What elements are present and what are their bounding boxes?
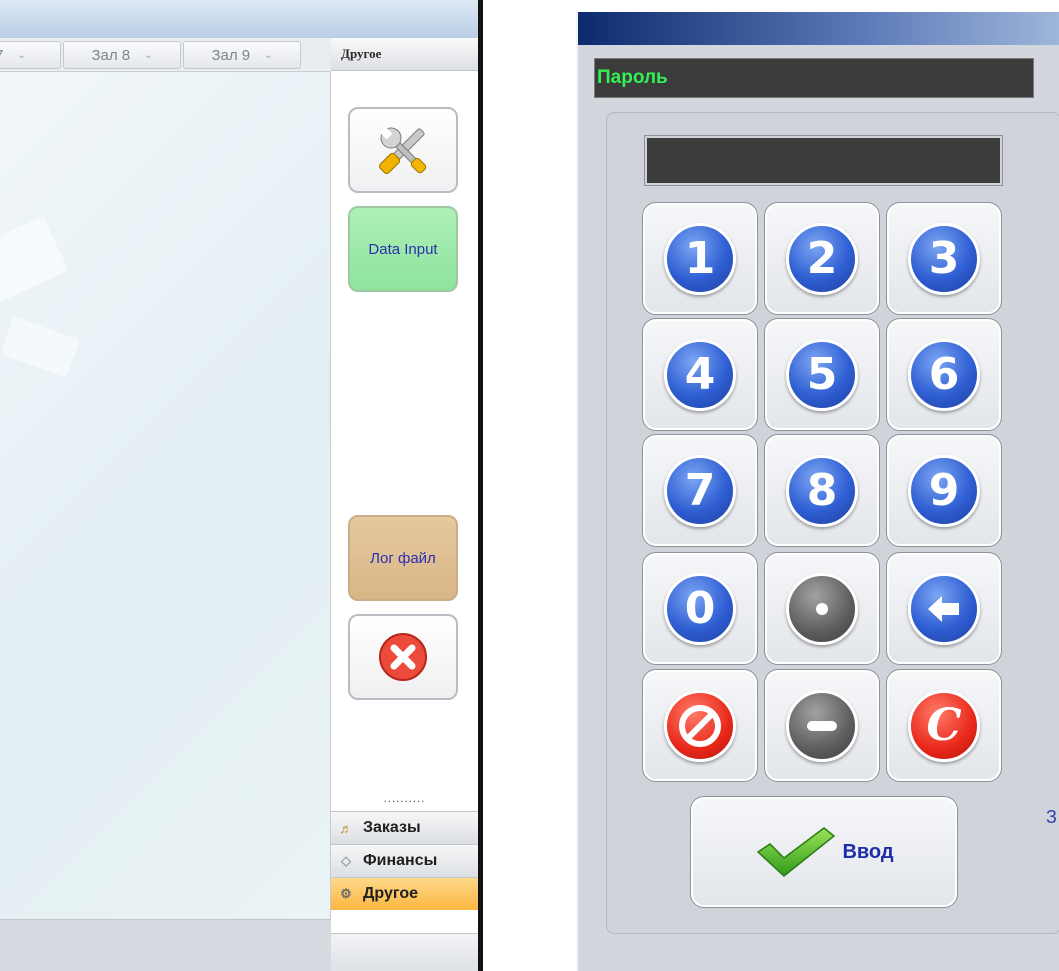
main-window-titlebar (0, 0, 478, 38)
background-decoration (0, 316, 80, 378)
enter-button[interactable]: Ввод (690, 796, 958, 908)
panel-splitter-grip[interactable]: .......... (331, 794, 478, 810)
chevron-down-icon: ⌄ (17, 49, 26, 61)
password-input[interactable] (644, 135, 1003, 186)
key-backspace[interactable] (886, 552, 1002, 665)
clipped-text: З (1046, 807, 1057, 827)
screenshot-root: 7 ⌄ Зал 8 ⌄ Зал 9 ⌄ Другое (0, 0, 1059, 971)
hall-canvas[interactable] (0, 72, 331, 919)
key-0-label: 0 (664, 572, 736, 645)
log-file-button[interactable]: Лог файл (348, 515, 458, 601)
key-minus[interactable] (764, 669, 880, 782)
side-panel: Другое Data Input Лог файл .......... ♬ … (331, 38, 478, 971)
checkmark-icon (757, 827, 836, 877)
tab-label: 7 (0, 47, 3, 64)
key-0[interactable]: 0 (642, 552, 758, 665)
key-decimal[interactable] (764, 552, 880, 665)
key-5[interactable]: 5 (764, 318, 880, 431)
key-3[interactable]: 3 (886, 202, 1002, 315)
password-title-label: Пароль (594, 58, 1034, 98)
window-border (478, 0, 483, 971)
panel-title: Другое (331, 38, 478, 71)
backspace-arrow-icon (908, 572, 980, 645)
key-4-label: 4 (664, 338, 736, 411)
clear-icon: C (908, 689, 980, 762)
key-clear[interactable]: C (886, 669, 1002, 782)
dialog-titlebar (578, 12, 1059, 45)
background-decoration (0, 215, 69, 309)
key-9-label: 9 (908, 454, 980, 527)
nav-item-label: Другое (363, 885, 418, 902)
tools-icon (378, 126, 427, 175)
close-icon (379, 633, 427, 681)
nav-item-label: Заказы (363, 819, 421, 836)
tab-label: Зал 9 (211, 46, 251, 64)
cancel-icon (664, 689, 736, 762)
tab-hall-7[interactable]: 7 ⌄ (0, 41, 61, 69)
close-button[interactable] (348, 614, 458, 700)
nav-item-label: Финансы (363, 852, 438, 869)
tab-hall-8[interactable]: Зал 8 ⌄ (63, 41, 181, 69)
key-6-label: 6 (908, 338, 980, 411)
minus-icon (786, 689, 858, 762)
key-2[interactable]: 2 (764, 202, 880, 315)
tab-label: Зал 8 (91, 46, 131, 64)
log-file-label: Лог файл (370, 549, 436, 567)
nav-item-other[interactable]: ⚙ Другое (331, 877, 478, 910)
key-3-label: 3 (908, 222, 980, 295)
gear-icon: ⚙ (340, 886, 352, 901)
key-2-label: 2 (786, 222, 858, 295)
key-cancel[interactable] (642, 669, 758, 782)
key-8[interactable]: 8 (764, 434, 880, 547)
key-7-label: 7 (664, 454, 736, 527)
person-icon: ♬ (339, 820, 353, 836)
chevron-down-icon: ⌄ (144, 49, 153, 61)
key-6[interactable]: 6 (886, 318, 1002, 431)
chevron-down-icon: ⌄ (264, 49, 273, 61)
nav-footer (331, 933, 478, 971)
key-5-label: 5 (786, 338, 858, 411)
key-4[interactable]: 4 (642, 318, 758, 431)
status-strip (0, 919, 331, 971)
data-input-label: Data Input (368, 240, 438, 258)
decimal-point-icon (786, 572, 858, 645)
nav-item-finances[interactable]: ◇ Финансы (331, 844, 478, 877)
main-window: 7 ⌄ Зал 8 ⌄ Зал 9 ⌄ Другое (0, 0, 478, 971)
key-7[interactable]: 7 (642, 434, 758, 547)
password-dialog: Пароль 1 2 3 4 5 6 7 8 9 0 C Ввод З (576, 12, 1059, 971)
key-9[interactable]: 9 (886, 434, 1002, 547)
data-input-button[interactable]: Data Input (348, 206, 458, 292)
settings-button[interactable] (348, 107, 458, 193)
coins-icon: ◇ (341, 853, 351, 868)
key-1-label: 1 (664, 222, 736, 295)
enter-label: Ввод (842, 840, 894, 863)
hall-tabs: 7 ⌄ Зал 8 ⌄ Зал 9 ⌄ (0, 38, 331, 72)
key-8-label: 8 (786, 454, 858, 527)
nav-item-orders[interactable]: ♬ Заказы (331, 811, 478, 844)
tab-hall-9[interactable]: Зал 9 ⌄ (183, 41, 301, 69)
key-1[interactable]: 1 (642, 202, 758, 315)
